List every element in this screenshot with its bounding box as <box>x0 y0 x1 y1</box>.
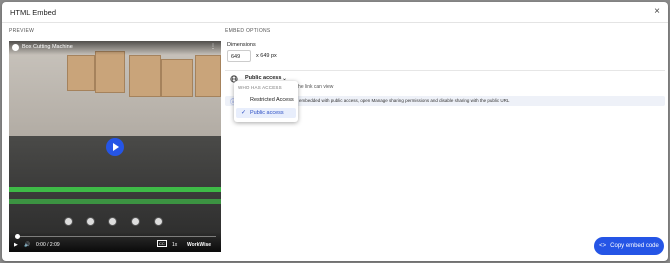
speed-button[interactable]: 1x <box>172 242 177 248</box>
cardboard-stack <box>129 55 161 97</box>
conveyor-light <box>9 199 221 204</box>
preview-label: PREVIEW <box>9 28 35 34</box>
cardboard-stack <box>195 55 221 97</box>
menu-item-restricted-access[interactable]: Restricted Access <box>236 95 296 105</box>
channel-avatar <box>12 44 19 51</box>
menu-item-label: Restricted Access <box>250 97 294 103</box>
height-text: x 649 px <box>256 53 277 59</box>
menu-item-label: Public access <box>250 110 284 116</box>
video-time: 0:00 / 2:09 <box>36 242 60 248</box>
play-icon[interactable]: ▶ <box>14 242 18 248</box>
info-text: embedded with public access, open Manage… <box>299 98 510 103</box>
menu-item-public-access[interactable]: ✓ Public access <box>236 108 296 118</box>
machine-knob <box>64 217 73 226</box>
progress-track[interactable] <box>16 235 216 237</box>
video-player[interactable]: Box Cutting Machine ⋮ ▶ 🔊 0:00 / 2:09 CC… <box>9 41 221 252</box>
close-icon[interactable]: × <box>654 6 660 17</box>
play-button[interactable] <box>106 138 124 156</box>
cardboard-stack <box>67 55 95 91</box>
video-title: Box Cutting Machine <box>22 44 73 50</box>
cardboard-stack <box>95 51 125 93</box>
machine-knob <box>108 217 117 226</box>
conveyor-light <box>9 187 221 192</box>
machine-knob <box>131 217 140 226</box>
html-embed-modal: HTML Embed × PREVIEW EMBED OPTIONS Box C… <box>2 2 668 261</box>
progress-handle[interactable] <box>15 234 20 239</box>
brand-logo: WorkWise <box>187 242 212 248</box>
header-divider <box>2 22 668 23</box>
options-divider <box>225 70 665 71</box>
more-options-icon[interactable]: ⋮ <box>210 43 216 50</box>
dimensions-label: Dimensions <box>227 42 256 48</box>
code-icon: <> <box>599 243 607 249</box>
machine-knob <box>154 217 163 226</box>
access-dropdown-menu: WHO HAS ACCESS Restricted Access ✓ Publi… <box>234 81 298 122</box>
cc-button[interactable]: CC <box>157 240 167 247</box>
volume-icon[interactable]: 🔊 <box>24 242 30 248</box>
embed-options-label: EMBED OPTIONS <box>225 28 271 34</box>
copy-embed-code-label: Copy embed code <box>610 243 659 249</box>
cardboard-stack <box>161 59 193 97</box>
dropdown-header: WHO HAS ACCESS <box>238 85 282 90</box>
width-input[interactable]: 649 <box>227 50 251 62</box>
modal-title: HTML Embed <box>10 8 56 17</box>
copy-embed-code-button[interactable]: <> Copy embed code <box>594 237 664 255</box>
machine-knob <box>86 217 95 226</box>
check-icon: ✓ <box>241 110 247 116</box>
